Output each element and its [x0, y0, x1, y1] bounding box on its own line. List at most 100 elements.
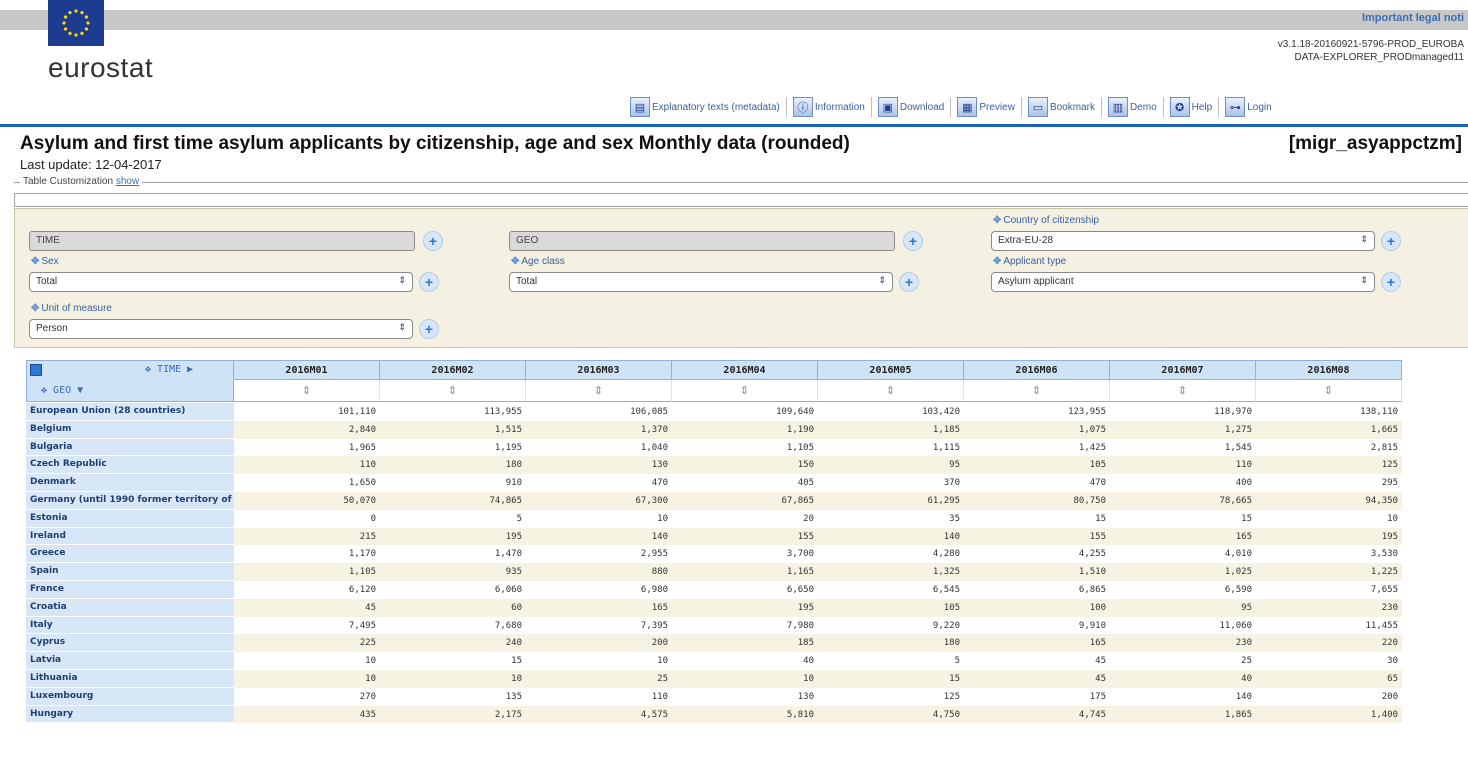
citizenship-select[interactable]: Extra-EU-28 ⇕ [991, 231, 1375, 251]
add-unit-button[interactable]: + [419, 319, 439, 339]
unit-select[interactable]: Person ⇕ [29, 319, 413, 339]
table-cell: 215 [234, 527, 380, 546]
period-header[interactable]: 2016M03 [526, 360, 672, 380]
geo-dimension-slot[interactable]: GEO [509, 231, 895, 251]
period-header[interactable]: 2016M02 [380, 360, 526, 380]
time-dimension-slot[interactable]: TIME [29, 231, 415, 251]
help-button[interactable]: ✪ Help [1169, 97, 1212, 117]
applicant-type-select[interactable]: Asylum applicant ⇕ [991, 272, 1375, 292]
download-button[interactable]: ▣ Download [877, 97, 944, 117]
sex-value: Total [36, 276, 58, 287]
customization-show-link[interactable]: show [116, 176, 139, 187]
geo-row-header[interactable]: Denmark [26, 474, 234, 492]
table-header-row: ✥ TIME ▶ ✥ GEO ▼ 2016M01 2016M02 2016M03… [26, 360, 1454, 402]
table-cell: 2,955 [640, 549, 668, 560]
table-cell: 225 [234, 634, 380, 653]
geo-row-header[interactable]: Belgium [26, 420, 234, 439]
table-settings-icon[interactable] [30, 364, 42, 376]
table-cell: 95 [818, 456, 964, 475]
geo-row-header[interactable]: Estonia [26, 509, 234, 528]
metadata-button[interactable]: ▤ Explanatory texts (metadata) [630, 97, 780, 117]
period-header[interactable]: 2016M04 [672, 360, 818, 380]
table-cell: 9,220 [932, 620, 960, 631]
add-applicant-type-button[interactable]: + [1381, 272, 1401, 292]
table-cell: 1,400 [1256, 705, 1402, 724]
sort-icon[interactable]: ⇕ [1110, 380, 1256, 402]
time-axis-header[interactable]: ✥ TIME ▶ [145, 364, 193, 375]
table-cell: 1,115 [932, 442, 960, 453]
geo-row-header[interactable]: Luxembourg [26, 687, 234, 706]
demo-button[interactable]: ▥ Demo [1107, 97, 1157, 117]
geo-row-header[interactable]: Greece [26, 545, 234, 564]
table-cell: 270 [359, 691, 376, 702]
geo-row-header[interactable]: Italy [26, 616, 234, 635]
geo-row-header[interactable]: Bulgaria [26, 438, 234, 457]
geo-row-header[interactable]: Croatia [26, 598, 234, 617]
table-cell: 5 [516, 513, 522, 524]
sort-icon[interactable]: ⇕ [380, 380, 526, 402]
table-cell: 165 [526, 598, 672, 617]
table-cell: 1,170 [348, 549, 376, 560]
sort-icon[interactable]: ⇕ [964, 380, 1110, 402]
period-header[interactable]: 2016M06 [964, 360, 1110, 380]
eurostat-logo[interactable]: eurostat [48, 52, 153, 84]
legal-notice-link[interactable]: Important legal noti [1362, 12, 1464, 24]
table-row: Germany (until 1990 former territory of … [26, 491, 1454, 510]
table-cell: 101,110 [338, 407, 376, 417]
sort-icon[interactable]: ⇕ [1256, 380, 1402, 402]
table-cell: 435 [234, 705, 380, 724]
table-cell: 10 [672, 669, 818, 688]
table-cell: 35 [949, 513, 960, 524]
table-row: Luxembourg 270 135 110 130 125 175 140 200 [26, 687, 1454, 706]
geo-row-header[interactable]: European Union (28 countries) [26, 403, 234, 421]
geo-row-header[interactable]: Lithuania [26, 669, 234, 688]
geo-row-header[interactable]: Ireland [26, 527, 234, 546]
sort-icon[interactable]: ⇕ [234, 380, 380, 402]
add-time-dimension-button[interactable]: + [423, 231, 443, 251]
geo-row-header[interactable]: Czech Republic [26, 456, 234, 475]
add-geo-dimension-button[interactable]: + [903, 231, 923, 251]
sort-icon[interactable]: ⇕ [672, 380, 818, 402]
sort-icon[interactable]: ⇕ [818, 380, 964, 402]
geo-axis-header[interactable]: ✥ GEO ▼ [41, 385, 83, 396]
preview-button[interactable]: ▦ Preview [957, 97, 1015, 117]
add-age-button[interactable]: + [899, 272, 919, 292]
bookmark-button[interactable]: ▭ Bookmark [1027, 97, 1095, 117]
table-cell: 15 [818, 669, 964, 688]
version-line: DATA-EXPLORER_PRODmanaged11 [1294, 52, 1464, 63]
table-cell: 6,120 [348, 584, 376, 595]
information-button[interactable]: ⓘ Information [792, 97, 865, 117]
table-cell: 1,865 [1110, 705, 1256, 724]
geo-row-header[interactable]: Hungary [26, 705, 234, 724]
period-header[interactable]: 2016M05 [818, 360, 964, 380]
toolbar: ▤ Explanatory texts (metadata) ⓘ Informati… [630, 94, 1272, 120]
geo-row-header[interactable]: Cyprus [26, 634, 234, 653]
table-cell: 110 [234, 456, 380, 475]
age-select[interactable]: Total ⇕ [509, 272, 893, 292]
sex-select[interactable]: Total ⇕ [29, 272, 413, 292]
table-cell: 470 [651, 478, 668, 489]
sort-icon[interactable]: ⇕ [526, 380, 672, 402]
login-button[interactable]: ⊶ Login [1225, 97, 1272, 117]
period-header[interactable]: 2016M01 [234, 360, 380, 380]
period-header[interactable]: 2016M08 [1256, 360, 1402, 380]
table-cell: 1,025 [1110, 563, 1256, 581]
add-citizenship-button[interactable]: + [1381, 231, 1401, 251]
table-cell: 140 [1235, 691, 1252, 702]
geo-row-header[interactable]: Germany (until 1990 former territory of … [26, 491, 234, 510]
table-row: Latvia 10 15 10 40 5 45 25 30 [26, 652, 1454, 670]
geo-row-header[interactable]: Spain [26, 563, 234, 581]
select-arrows-icon: ⇕ [398, 322, 406, 332]
table-cell: 200 [526, 634, 672, 653]
download-icon: ▣ [877, 97, 898, 117]
top-bar [0, 10, 1468, 30]
geo-row-header[interactable]: Latvia [26, 652, 234, 670]
table-cell: 11,060 [1219, 620, 1252, 631]
table-cell: 1,650 [348, 478, 376, 489]
geo-row-header[interactable]: France [26, 580, 234, 599]
add-sex-button[interactable]: + [419, 272, 439, 292]
period-header[interactable]: 2016M07 [1110, 360, 1256, 380]
table-cell: 155 [964, 527, 1110, 546]
table-cell: 100 [964, 598, 1110, 617]
table-cell: 65 [1256, 669, 1402, 688]
